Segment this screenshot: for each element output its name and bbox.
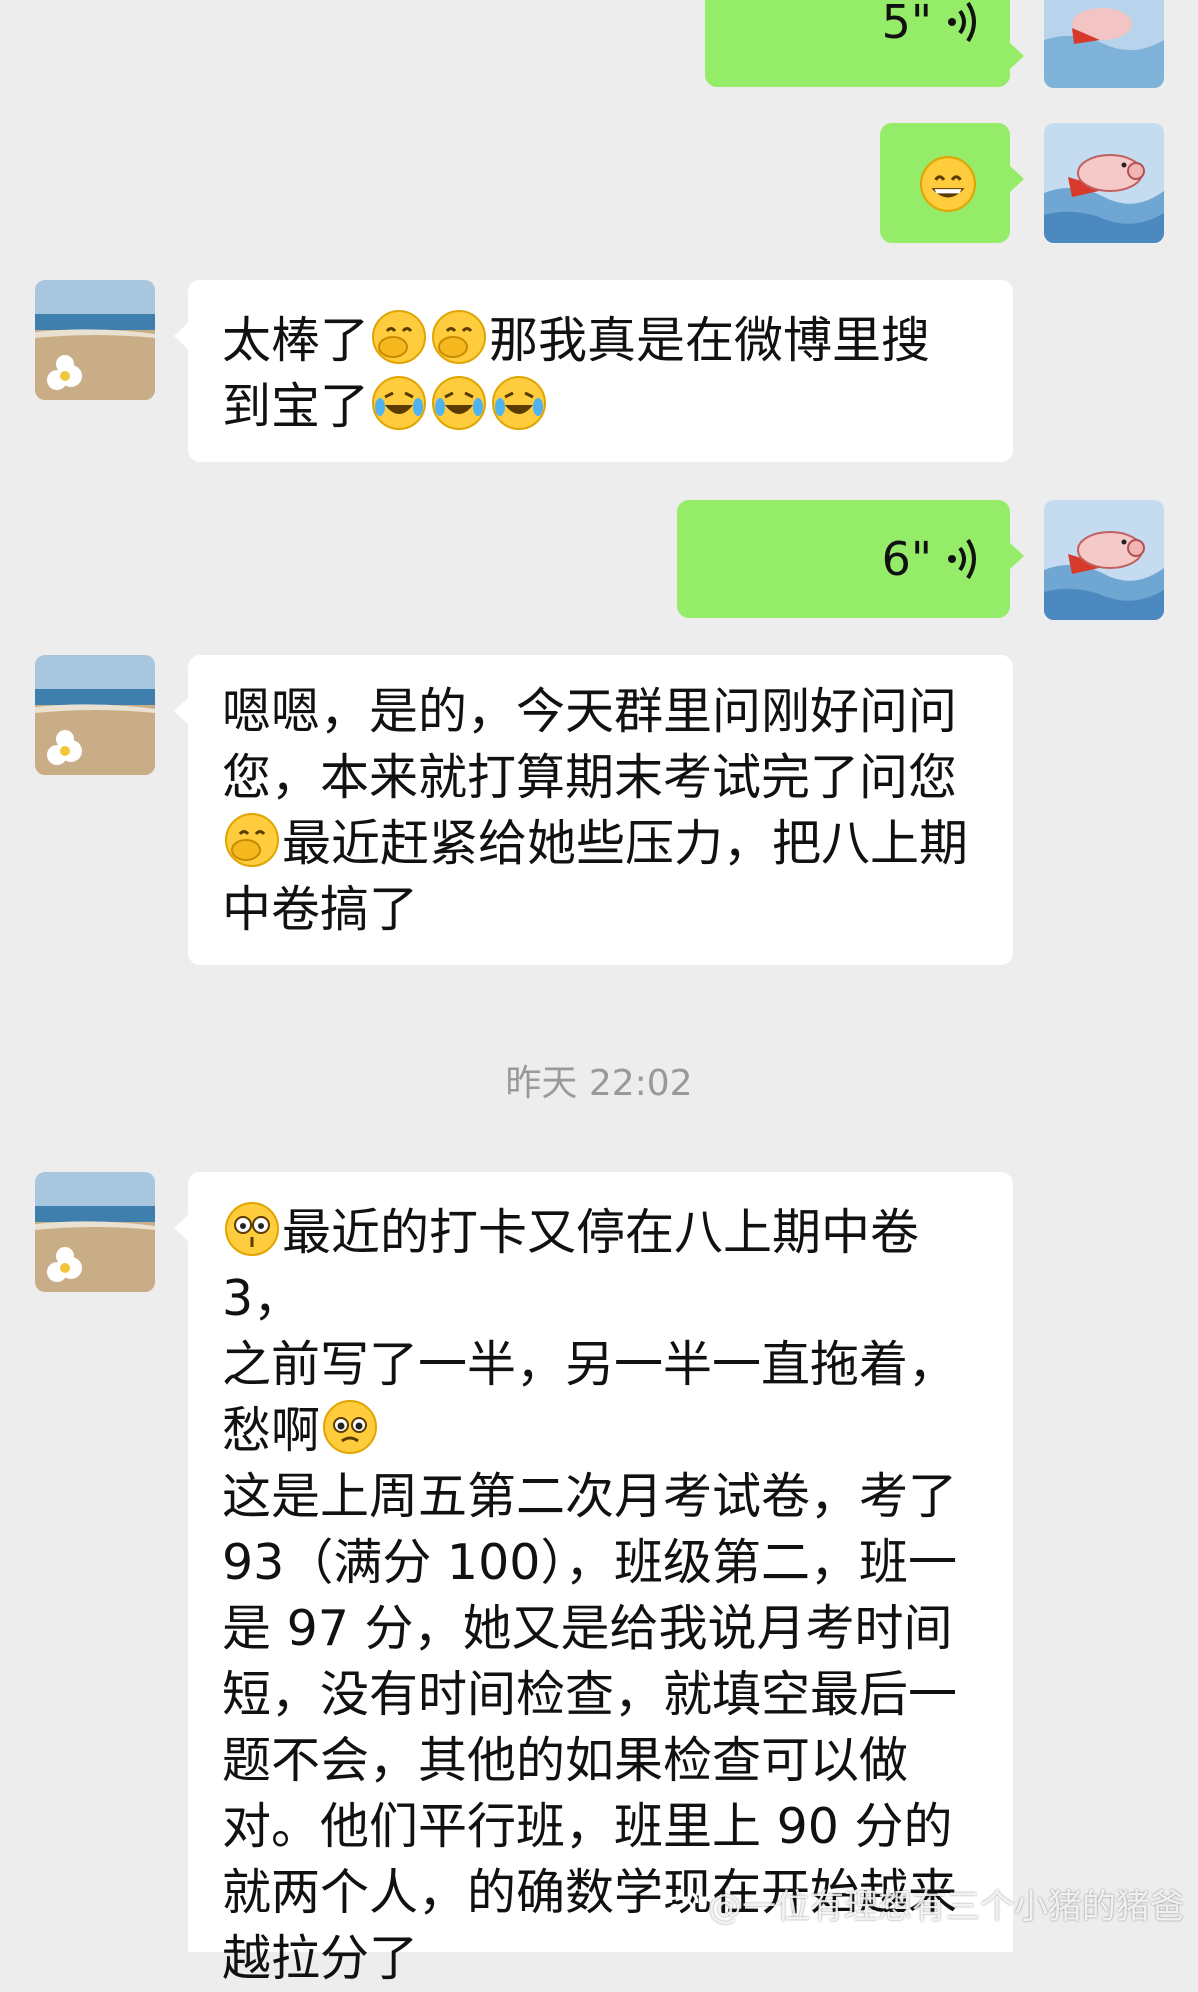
tears-of-joy-emoji bbox=[432, 376, 487, 430]
voice-wave-icon bbox=[948, 1, 976, 42]
voice-duration: 5" bbox=[881, 0, 932, 49]
face-with-hand-over-mouth-emoji bbox=[225, 813, 279, 867]
emoji-message-bubble[interactable] bbox=[880, 123, 1024, 243]
message-text: 太棒了 那我真是在微博里搜 到宝了 bbox=[222, 308, 979, 440]
message-text: 最近的打卡又停在八上期中卷 3， 之前写了一半，另一半一直拖着， 愁啊 这是上周… bbox=[222, 1200, 979, 1992]
pleading-face-emoji bbox=[323, 1400, 378, 1454]
worried-eyes-emoji bbox=[225, 1202, 279, 1256]
voice-duration: 6" bbox=[881, 532, 932, 586]
face-with-hand-over-mouth-emoji bbox=[432, 310, 487, 364]
tears-of-joy-emoji bbox=[492, 376, 547, 430]
chat-timestamp: 昨天 22:02 bbox=[505, 1063, 693, 1104]
voice-message: 5" bbox=[882, 0, 980, 65]
beach-flower-avatar[interactable] bbox=[35, 655, 155, 775]
voice-message: 6" bbox=[882, 500, 980, 618]
grinning-face-emoji bbox=[920, 156, 976, 212]
weibo-logo-icon bbox=[660, 1890, 699, 1919]
flying-pig-avatar[interactable] bbox=[1044, 123, 1164, 243]
face-with-hand-over-mouth-emoji bbox=[372, 310, 427, 364]
message-text: 嗯嗯，是的，今天群里问刚好问问 您，本来就打算期末考试完了问您 最近赶紧给她些压… bbox=[222, 683, 969, 938]
incoming-text-bubble[interactable]: 太棒了 那我真是在微博里搜 到宝了 bbox=[174, 280, 1013, 462]
voice-message-bubble[interactable]: 5" bbox=[705, 0, 1024, 87]
voice-wave-icon bbox=[948, 538, 976, 580]
beach-flower-avatar[interactable] bbox=[35, 1172, 155, 1292]
flying-pig-avatar[interactable] bbox=[1044, 500, 1164, 620]
voice-message-bubble[interactable]: 6" bbox=[677, 500, 1024, 618]
beach-flower-avatar[interactable] bbox=[35, 280, 155, 400]
flying-pig-avatar[interactable] bbox=[1044, 0, 1164, 88]
incoming-text-bubble[interactable]: 嗯嗯，是的，今天群里问刚好问问 您，本来就打算期末考试完了问您 最近赶紧给她些压… bbox=[174, 655, 1013, 965]
weibo-watermark: @一位有理想有三个小猪的猪爸 bbox=[660, 1879, 1184, 1928]
tears-of-joy-emoji bbox=[372, 376, 427, 430]
incoming-text-bubble[interactable]: 最近的打卡又停在八上期中卷 3， 之前写了一半，另一半一直拖着， 愁啊 这是上周… bbox=[174, 1172, 1013, 1987]
